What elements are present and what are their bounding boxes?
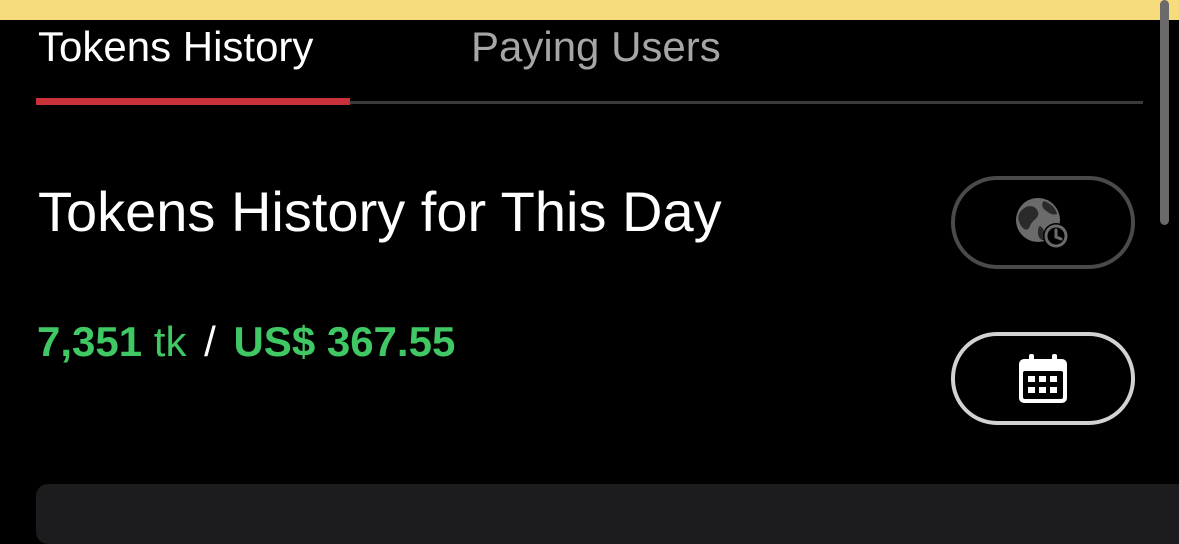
calendar-icon xyxy=(1019,353,1067,403)
timezone-button[interactable] xyxy=(951,176,1135,269)
token-count: 7,351 xyxy=(37,318,143,365)
page-title: Tokens History for This Day xyxy=(38,180,722,243)
globe-clock-icon xyxy=(1016,197,1069,249)
tokens-summary: 7,351 tk / US$ 367.55 xyxy=(37,316,455,368)
tab-tokens-history[interactable]: Tokens History xyxy=(38,22,313,72)
tab-bar: Tokens History Paying Users xyxy=(36,20,1143,105)
top-banner xyxy=(0,0,1179,20)
token-unit: tk xyxy=(153,318,187,365)
calendar-button[interactable] xyxy=(951,332,1135,425)
summary-separator: / xyxy=(204,318,216,365)
active-tab-indicator xyxy=(36,98,350,105)
tab-paying-users[interactable]: Paying Users xyxy=(471,22,721,72)
usd-value: US$ 367.55 xyxy=(233,318,456,365)
scrollbar-thumb[interactable] xyxy=(1160,0,1169,225)
content-panel xyxy=(36,484,1179,544)
